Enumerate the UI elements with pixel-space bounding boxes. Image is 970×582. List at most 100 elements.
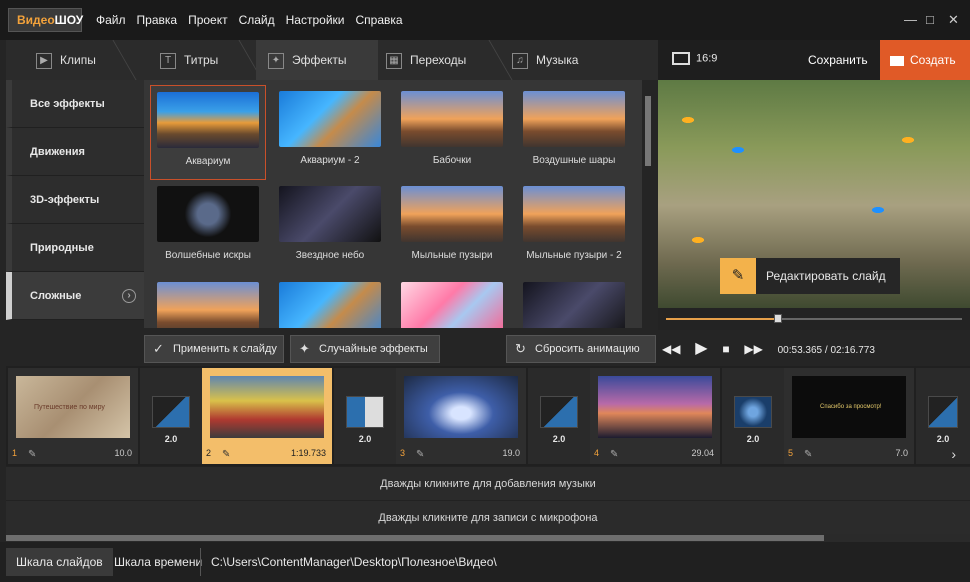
stop-icon[interactable]: ■	[722, 332, 729, 366]
effect-item[interactable]	[272, 276, 388, 328]
play-icon[interactable]: ▶	[695, 332, 707, 366]
effect-butterflies[interactable]: Бабочки	[394, 85, 510, 166]
menu-settings[interactable]: Настройки	[286, 0, 345, 40]
category-label: Природные	[30, 242, 94, 254]
seek-handle[interactable]	[774, 314, 782, 323]
effect-item[interactable]	[150, 276, 266, 328]
apply-label: Применить к слайду	[173, 343, 277, 355]
timeline-slide[interactable]: 3 ✎ 19.0	[396, 368, 526, 464]
timeline-slide[interactable]: 2 ✎ 1:19.733	[202, 368, 332, 464]
effect-balloons[interactable]: Воздушные шары	[516, 85, 632, 166]
effects-scrollbar[interactable]	[644, 84, 652, 328]
random-effects-button[interactable]: ✦ Случайные эффекты	[290, 335, 440, 363]
timeline-transition[interactable]: 2.0	[334, 368, 396, 464]
timeline-slide[interactable]: Путешествие по миру 1 ✎ 10.0	[8, 368, 138, 464]
timeline-transition[interactable]: 2.0	[722, 368, 784, 464]
pencil-icon[interactable]: ✎	[416, 449, 424, 460]
tab-titles[interactable]: T Титры	[160, 40, 250, 80]
chevron-right-icon: ›	[122, 289, 136, 303]
effect-magic-sparks[interactable]: Волшебные искры	[150, 180, 266, 261]
tab-slide-scale[interactable]: Шкала слайдов	[6, 548, 113, 576]
logo-part-2: ШОУ	[54, 13, 84, 27]
pencil-icon[interactable]: ✎	[222, 449, 230, 460]
app-window: ВидеоШОУ Файл Правка Проект Слайд Настро…	[0, 0, 970, 582]
music-track[interactable]: Дважды кликните для добавления музыки	[6, 466, 970, 500]
camera-icon	[890, 55, 904, 66]
apply-to-slide-button[interactable]: ✓ Применить к слайду	[144, 335, 284, 363]
effect-item[interactable]	[394, 276, 510, 328]
effect-aquarium[interactable]: Аквариум	[150, 85, 266, 180]
refresh-icon: ↻	[515, 341, 526, 356]
effect-thumbnail	[157, 282, 259, 328]
menu-edit[interactable]: Правка	[137, 0, 178, 40]
seek-bar[interactable]	[658, 308, 970, 330]
effect-label: Звездное небо	[295, 250, 365, 261]
minimize-icon[interactable]: —	[904, 12, 917, 27]
transition-icon	[734, 396, 772, 428]
effect-item[interactable]	[516, 276, 632, 328]
slide-caption: Спасибо за просмотр!	[820, 404, 882, 410]
close-icon[interactable]: ✕	[948, 12, 959, 28]
category-nature[interactable]: Природные	[6, 224, 144, 272]
slide-number: 4	[594, 448, 600, 458]
tab-clips[interactable]: ▶ Клипы	[36, 40, 128, 80]
slide-thumbnail	[598, 376, 712, 438]
slide-duration: 19.0	[502, 448, 520, 458]
music-icon: ♫	[512, 52, 528, 69]
reset-animation-button[interactable]: ↻ Сбросить анимацию	[506, 335, 656, 363]
create-button[interactable]: Создать	[880, 40, 970, 80]
menu-project[interactable]: Проект	[188, 0, 228, 40]
previous-icon[interactable]: ◀◀	[662, 332, 680, 366]
scrollbar-thumb[interactable]	[645, 96, 651, 166]
tab-music[interactable]: ♫ Музыка	[512, 40, 602, 80]
slide-number: 5	[788, 448, 794, 458]
create-button-label: Создать	[910, 53, 956, 67]
menu-help[interactable]: Справка	[355, 0, 402, 40]
timeline-scrollbar[interactable]	[6, 534, 970, 542]
category-3d[interactable]: 3D-эффекты	[6, 176, 144, 224]
category-motion[interactable]: Движения	[6, 128, 144, 176]
tab-music-label: Музыка	[536, 53, 579, 67]
timeline-transition[interactable]: 2.0	[528, 368, 590, 464]
aspect-ratio-button[interactable]: 16:9	[672, 52, 717, 65]
monitor-icon	[672, 52, 690, 65]
effect-starry-sky[interactable]: Звездное небо	[272, 180, 388, 261]
effect-label: Волшебные искры	[165, 250, 251, 261]
pencil-icon[interactable]: ✎	[28, 449, 36, 460]
scrollbar-thumb[interactable]	[6, 535, 824, 541]
slide-duration: 7.0	[895, 448, 908, 458]
menu-slide[interactable]: Слайд	[239, 0, 275, 40]
microphone-track[interactable]: Дважды кликните для записи с микрофона	[6, 500, 970, 534]
pencil-icon[interactable]: ✎	[804, 449, 812, 460]
timeline-transition[interactable]: 2.0	[916, 368, 970, 464]
category-label: Сложные	[30, 290, 82, 302]
tab-time-scale[interactable]: Шкала времени	[104, 548, 212, 576]
effect-soap-bubbles-2[interactable]: Мыльные пузыри - 2	[516, 180, 632, 261]
slide-duration: 1:19.733	[290, 448, 326, 458]
timeline-slide[interactable]: 4 ✎ 29.04	[590, 368, 720, 464]
effect-soap-bubbles[interactable]: Мыльные пузыри	[394, 180, 510, 261]
playback-time: 00:53.365 / 02:16.773	[777, 345, 875, 356]
timeline-transition[interactable]: 2.0	[140, 368, 202, 464]
slide-number: 1	[12, 448, 18, 458]
maximize-icon[interactable]: □	[926, 12, 934, 27]
timeline-slide[interactable]: Спасибо за просмотр! 5 ✎ 7.0	[784, 368, 914, 464]
next-icon[interactable]: ▶▶	[744, 332, 762, 366]
transition-duration: 2.0	[358, 434, 372, 444]
edit-slide-button[interactable]: ✎ Редактировать слайд	[720, 258, 900, 294]
magic-wand-icon: ✦	[299, 341, 310, 356]
tab-transitions[interactable]: ▦ Переходы	[386, 40, 496, 80]
slide-thumbnail	[210, 376, 324, 438]
save-button[interactable]: Сохранить	[808, 53, 868, 67]
tab-effects[interactable]: ✦ Эффекты	[256, 40, 378, 80]
pencil-icon[interactable]: ✎	[610, 449, 618, 460]
effect-aquarium-2[interactable]: Аквариум - 2	[272, 85, 388, 166]
category-complex[interactable]: Сложные ›	[6, 272, 144, 320]
menu-bar: Файл Правка Проект Слайд Настройки Справ…	[96, 0, 414, 40]
effect-label: Бабочки	[432, 155, 472, 166]
transition-duration: 2.0	[552, 434, 566, 444]
category-all[interactable]: Все эффекты	[6, 80, 144, 128]
chevron-right-icon[interactable]: ›	[951, 446, 956, 462]
menu-file[interactable]: Файл	[96, 0, 126, 40]
tab-bar: ▶ Клипы T Титры ✦ Эффекты ▦ Переходы ♫ Музыка	[6, 40, 658, 80]
